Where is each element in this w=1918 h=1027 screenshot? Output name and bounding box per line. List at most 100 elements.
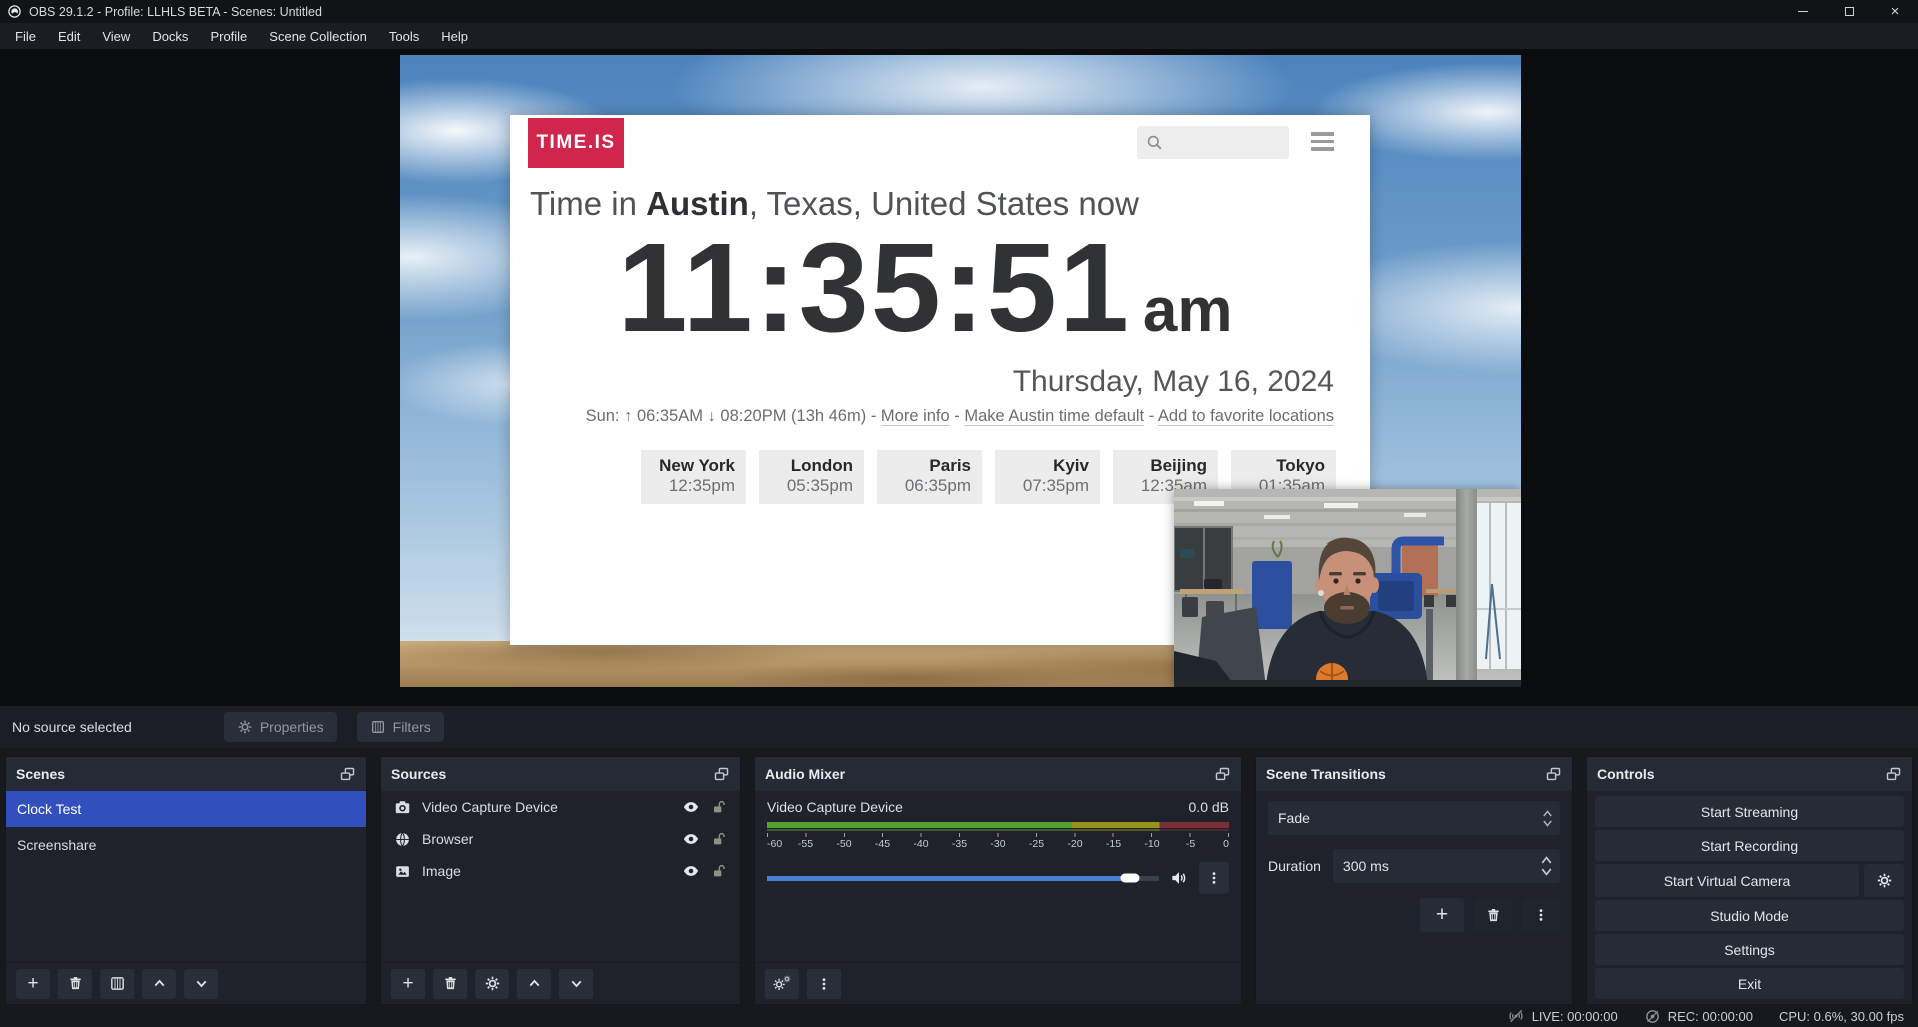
- webcam-overlay[interactable]: [1174, 489, 1521, 687]
- menu-item-docks[interactable]: Docks: [141, 23, 199, 49]
- volume-slider[interactable]: [767, 876, 1159, 881]
- minimize-button[interactable]: [1780, 0, 1826, 23]
- meter-tick-label: -5: [1186, 838, 1195, 850]
- source-item-image[interactable]: Image: [381, 855, 740, 887]
- menu-item-tools[interactable]: Tools: [378, 23, 430, 49]
- popout-dock-icon[interactable]: [1885, 766, 1902, 783]
- kebab-menu-icon: [1206, 870, 1222, 886]
- popout-dock-icon[interactable]: [1214, 766, 1231, 783]
- menu-item-scene-collection[interactable]: Scene Collection: [258, 23, 378, 49]
- visibility-eye-icon[interactable]: [682, 830, 700, 848]
- remove-source-button[interactable]: [433, 969, 467, 999]
- maximize-button[interactable]: [1826, 0, 1872, 23]
- studio-mode-button[interactable]: Studio Mode: [1595, 900, 1904, 931]
- duration-value: 300 ms: [1343, 858, 1389, 874]
- menu-item-edit[interactable]: Edit: [47, 23, 91, 49]
- visibility-eye-icon[interactable]: [682, 798, 700, 816]
- source-move-down-button[interactable]: [559, 969, 593, 999]
- menu-item-view[interactable]: View: [91, 23, 141, 49]
- menu-item-profile[interactable]: Profile: [199, 23, 258, 49]
- scene-item-clock-test[interactable]: Clock Test: [6, 791, 366, 827]
- remove-transition-button[interactable]: [1474, 898, 1512, 932]
- gear-icon: [1876, 872, 1893, 889]
- globe-icon: [394, 831, 411, 848]
- spin-down-icon[interactable]: [1540, 868, 1553, 876]
- start-streaming-button[interactable]: Start Streaming: [1595, 796, 1904, 827]
- source-item-browser[interactable]: Browser: [381, 823, 740, 855]
- add-source-button[interactable]: +: [391, 969, 425, 999]
- source-item-video-capture[interactable]: Video Capture Device: [381, 791, 740, 823]
- menu-item-help[interactable]: Help: [430, 23, 479, 49]
- filters-button[interactable]: Filters: [357, 712, 444, 742]
- source-properties-button[interactable]: [475, 969, 509, 999]
- advanced-audio-button[interactable]: [765, 969, 799, 999]
- mixer-channel-menu-button[interactable]: [1199, 862, 1229, 894]
- visibility-eye-icon[interactable]: [682, 862, 700, 880]
- remove-scene-button[interactable]: [58, 969, 92, 999]
- select-spinner: [1534, 810, 1560, 827]
- scene-filters-button[interactable]: [100, 969, 134, 999]
- sources-dock: Sources Video Capture Device Browser Ima…: [380, 756, 741, 1005]
- lock-icon[interactable]: [711, 799, 727, 815]
- popout-dock-icon[interactable]: [1545, 766, 1562, 783]
- meter-tick-label: -20: [1067, 838, 1082, 850]
- timeis-meridiem: am: [1143, 275, 1233, 346]
- settings-button[interactable]: Settings: [1595, 934, 1904, 965]
- chevron-up-icon: [526, 975, 543, 992]
- scenes-dock-title: Scenes: [16, 766, 65, 782]
- popout-dock-icon[interactable]: [339, 766, 356, 783]
- virtual-camera-config-button[interactable]: [1864, 864, 1904, 897]
- meter-scale: -60 -55 -50 -45 -40 -35 -30 -25 -20 -15 …: [767, 838, 1229, 851]
- transitions-body: Fade Duration 300 ms +: [1256, 791, 1572, 1004]
- kebab-menu-icon: [816, 976, 832, 992]
- duration-spinbox[interactable]: 300 ms: [1333, 849, 1560, 883]
- meter-tick-label: -60: [767, 838, 782, 850]
- window-title: OBS 29.1.2 - Profile: LLHLS BETA - Scene…: [29, 5, 322, 19]
- trash-icon: [442, 975, 459, 992]
- search-icon: [1145, 133, 1164, 152]
- audio-mixer-body: Video Capture Device 0.0 dB -60 -55 -50 …: [755, 791, 1241, 962]
- webcam-video: [1174, 489, 1521, 687]
- controls-header: Controls: [1587, 757, 1912, 791]
- source-move-up-button[interactable]: [517, 969, 551, 999]
- add-scene-button[interactable]: +: [16, 969, 50, 999]
- cpu-fps-label: CPU: 0.6%, 30.00 fps: [1779, 1009, 1904, 1024]
- statusbar: LIVE: 00:00:00 REC: 00:00:00 CPU: 0.6%, …: [0, 1005, 1918, 1027]
- image-icon: [394, 863, 411, 880]
- scene-move-down-button[interactable]: [184, 969, 218, 999]
- scene-move-up-button[interactable]: [142, 969, 176, 999]
- audio-mixer-toolbar: [755, 962, 1241, 1004]
- speaker-icon[interactable]: [1169, 868, 1189, 888]
- spin-up-icon[interactable]: [1540, 856, 1553, 864]
- rec-timer: REC: 00:00:00: [1668, 1009, 1753, 1024]
- popout-dock-icon[interactable]: [713, 766, 730, 783]
- meter-tick-marks: [767, 833, 1229, 837]
- properties-button[interactable]: Properties: [224, 712, 337, 742]
- start-recording-button[interactable]: Start Recording: [1595, 830, 1904, 861]
- close-icon: ×: [1891, 3, 1900, 20]
- add-transition-button[interactable]: +: [1420, 898, 1464, 932]
- transition-select[interactable]: Fade: [1268, 801, 1560, 835]
- sources-dock-header: Sources: [381, 757, 740, 791]
- program-preview[interactable]: TIME.IS Time in Austin, Texas, United St…: [400, 55, 1521, 687]
- double-gear-icon: [772, 974, 792, 994]
- lock-icon[interactable]: [711, 831, 727, 847]
- lock-icon[interactable]: [711, 863, 727, 879]
- volume-slider-handle[interactable]: [1120, 874, 1139, 883]
- mixer-channel-name: Video Capture Device: [767, 799, 903, 815]
- menu-item-file[interactable]: File: [4, 23, 47, 49]
- scene-item-screenshare[interactable]: Screenshare: [6, 827, 366, 863]
- filters-icon: [109, 975, 126, 992]
- titlebar: OBS 29.1.2 - Profile: LLHLS BETA - Scene…: [0, 0, 1918, 23]
- mixer-menu-button[interactable]: [807, 969, 841, 999]
- filters-icon: [370, 719, 386, 735]
- camera-icon: [394, 799, 411, 816]
- close-button[interactable]: ×: [1872, 0, 1918, 23]
- preview-canvas[interactable]: TIME.IS Time in Austin, Texas, United St…: [0, 49, 1918, 706]
- world-clock-kyiv: Kyiv07:35pm: [995, 450, 1100, 504]
- start-virtual-camera-button[interactable]: Start Virtual Camera: [1595, 864, 1859, 897]
- exit-button[interactable]: Exit: [1595, 968, 1904, 999]
- meter-tick-label: -55: [798, 838, 813, 850]
- transition-menu-button[interactable]: [1522, 898, 1560, 932]
- timeis-search-box: [1137, 126, 1289, 159]
